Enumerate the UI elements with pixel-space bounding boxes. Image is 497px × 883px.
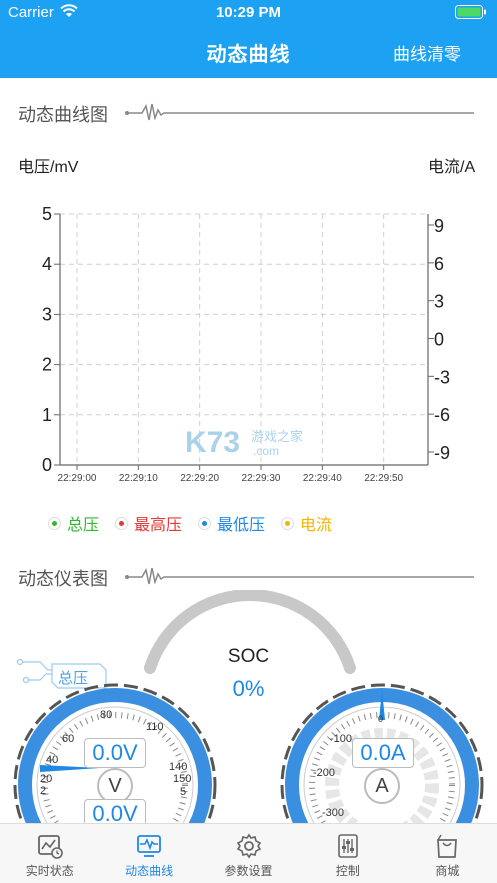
svg-text:-100: -100: [330, 733, 352, 745]
legend-item-min-voltage[interactable]: 最低压: [198, 511, 265, 535]
y2-tick-label: 6: [434, 254, 444, 274]
tab-realtime-status[interactable]: 实时状态: [0, 824, 99, 883]
tab-parameter-settings[interactable]: 参数设置: [199, 824, 298, 883]
tab-label: 动态曲线: [125, 864, 174, 878]
svg-text:0: 0: [378, 714, 383, 724]
gear-icon: [236, 833, 261, 859]
x-tick-label: 22:29:50: [364, 473, 403, 484]
y2-tick-label: -9: [434, 443, 450, 463]
tab-label: 实时状态: [25, 864, 74, 878]
bottom-tab-bar: 实时状态 动态曲线 参数设置 控制 商城: [0, 823, 497, 883]
x-tick-label: 22:29:10: [119, 473, 158, 484]
svg-text:游戏之家: 游戏之家: [251, 429, 303, 445]
svg-text:60: 60: [62, 733, 74, 745]
legend-dot-icon: [281, 516, 295, 530]
y2-tick-label: 3: [434, 292, 444, 312]
voltage-value-box: 0.0V: [84, 738, 146, 768]
y-tick-label: 5: [42, 204, 52, 224]
tab-label: 商城: [435, 864, 460, 878]
y-tick-label: 4: [42, 254, 52, 274]
svg-text:K73: K73: [185, 426, 240, 459]
tab-label: 控制: [335, 864, 360, 878]
y-tick-label: 2: [42, 355, 52, 375]
y-tick-label: 3: [42, 304, 52, 324]
svg-text:20: 20: [40, 773, 52, 785]
legend-item-max-voltage[interactable]: 最高压: [115, 511, 182, 535]
current-value-box: 0.0A: [352, 738, 414, 768]
app-screen: Carrier 10:29 PM 动态曲线 曲线清零 动态曲线图 电压/mV 电…: [0, 0, 497, 883]
x-tick-label: 22:29:30: [242, 473, 281, 484]
y2-tick-label: -6: [434, 405, 450, 425]
svg-text:150: 150: [173, 773, 191, 785]
legend-dot-icon: [48, 516, 61, 530]
tab-label: 参数设置: [224, 864, 273, 878]
y2-tick-label: -3: [434, 367, 450, 387]
k73-watermark-logo: K73 游戏之家 .com: [185, 426, 303, 459]
svg-text:140: 140: [169, 761, 187, 773]
pulse-divider-icon: [125, 567, 474, 585]
x-tick-label: 22:29:40: [303, 473, 342, 484]
legend-dot-icon: [115, 516, 129, 530]
legend-dot-icon: [198, 516, 212, 530]
legend-item-current[interactable]: 电流: [281, 511, 332, 535]
chart-legend: 总压 最高压 最低压 电流: [48, 511, 348, 535]
svg-text:-300: -300: [322, 807, 344, 819]
tab-store[interactable]: 商城: [398, 824, 497, 883]
x-tick-label: 22:29:00: [58, 473, 97, 484]
y2-tick-label: 9: [434, 216, 444, 236]
tab-control[interactable]: 控制: [298, 824, 397, 883]
svg-text:110: 110: [146, 721, 164, 733]
soc-label: SOC: [227, 646, 270, 667]
legend-label: 总压: [67, 517, 100, 534]
x-tick-label: 22:29:20: [180, 473, 219, 484]
y-tick-label: 1: [42, 405, 52, 425]
svg-text:2: 2: [40, 785, 46, 797]
legend-label: 最高压: [134, 517, 183, 534]
tab-dynamic-curve[interactable]: 动态曲线: [99, 824, 198, 883]
chart-clock-icon: [37, 835, 63, 859]
svg-text:40: 40: [46, 754, 58, 766]
current-unit-label: A: [364, 768, 400, 804]
gauge-section-title: 动态仪表图: [18, 569, 108, 589]
svg-text:5: 5: [180, 786, 186, 798]
sliders-icon: [338, 834, 358, 858]
svg-text:.com: .com: [253, 444, 279, 458]
soc-value: 0%: [232, 676, 265, 701]
svg-text:-200: -200: [313, 767, 335, 779]
legend-item-total-voltage[interactable]: 总压: [48, 511, 99, 535]
y2-tick-label: 0: [434, 330, 444, 350]
legend-label: 电流: [300, 517, 333, 534]
legend-label: 最低压: [217, 517, 266, 534]
shopping-bag-icon: [437, 834, 458, 858]
svg-text:80: 80: [100, 709, 112, 721]
y-tick-label: 0: [42, 455, 52, 475]
pulse-monitor-icon: [137, 835, 162, 857]
gauges-graphic: 80 60 40 20 2 110 140 150 5 0 -100 -200 …: [13, 590, 484, 830]
